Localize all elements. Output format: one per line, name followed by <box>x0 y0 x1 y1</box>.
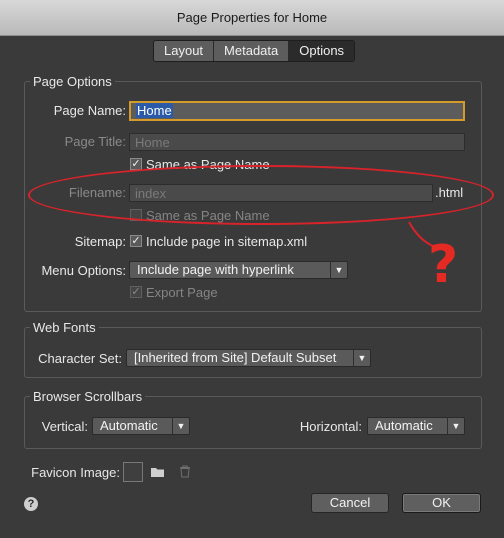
page-name-value: Home <box>136 103 173 118</box>
menu-options-value: Include page with hyperlink <box>137 262 294 277</box>
character-set-dropdown[interactable]: [Inherited from Site] Default Subset ▼ <box>126 349 371 367</box>
same-as-page-name-title-checkbox[interactable]: ✓ <box>130 158 142 170</box>
help-icon[interactable]: ? <box>24 497 38 511</box>
tab-metadata[interactable]: Metadata <box>214 41 290 61</box>
tab-options[interactable]: Options <box>289 41 355 61</box>
favicon-label: Favicon Image: <box>31 465 120 480</box>
page-options-legend: Page Options <box>33 74 112 89</box>
chevron-down-icon: ▼ <box>172 418 189 434</box>
horizontal-value: Automatic <box>375 418 433 433</box>
chevron-down-icon: ▼ <box>330 262 347 278</box>
annotation-ellipse <box>28 165 494 225</box>
vertical-label: Vertical: <box>41 419 88 434</box>
sitemap-checkbox-label: Include page in sitemap.xml <box>146 234 308 249</box>
folder-icon[interactable] <box>151 466 165 478</box>
page-title-field[interactable]: Home <box>129 133 465 151</box>
vertical-value: Automatic <box>100 418 158 433</box>
chevron-down-icon: ▼ <box>447 418 464 434</box>
favicon-preview[interactable] <box>123 462 143 482</box>
annotation-question-mark: ? <box>428 235 459 295</box>
sitemap-label: Sitemap: <box>74 234 126 249</box>
menu-options-label: Menu Options: <box>41 263 126 278</box>
window-title: Page Properties for Home <box>0 0 504 36</box>
tab-layout[interactable]: Layout <box>154 41 215 61</box>
horizontal-label: Horizontal: <box>299 419 362 434</box>
character-set-value: [Inherited from Site] Default Subset <box>134 350 337 365</box>
tab-bar: Layout Metadata Options <box>153 40 356 62</box>
horizontal-dropdown[interactable]: Automatic ▼ <box>367 417 465 435</box>
web-fonts-legend: Web Fonts <box>33 320 96 335</box>
trash-icon[interactable] <box>179 465 191 478</box>
character-set-label: Character Set: <box>38 351 122 366</box>
page-title-label: Page Title: <box>64 134 126 149</box>
chevron-down-icon: ▼ <box>353 350 370 366</box>
export-page-label: Export Page <box>146 285 218 300</box>
page-name-label: Page Name: <box>53 103 126 118</box>
vertical-dropdown[interactable]: Automatic ▼ <box>92 417 190 435</box>
menu-options-dropdown[interactable]: Include page with hyperlink ▼ <box>129 261 348 279</box>
cancel-button[interactable]: Cancel <box>311 493 389 513</box>
ok-button[interactable]: OK <box>402 493 481 513</box>
browser-scrollbars-legend: Browser Scrollbars <box>33 389 143 404</box>
page-name-field[interactable]: Home <box>129 101 465 121</box>
export-page-checkbox[interactable]: ✓ <box>130 286 142 298</box>
sitemap-checkbox[interactable]: ✓ <box>130 235 142 247</box>
